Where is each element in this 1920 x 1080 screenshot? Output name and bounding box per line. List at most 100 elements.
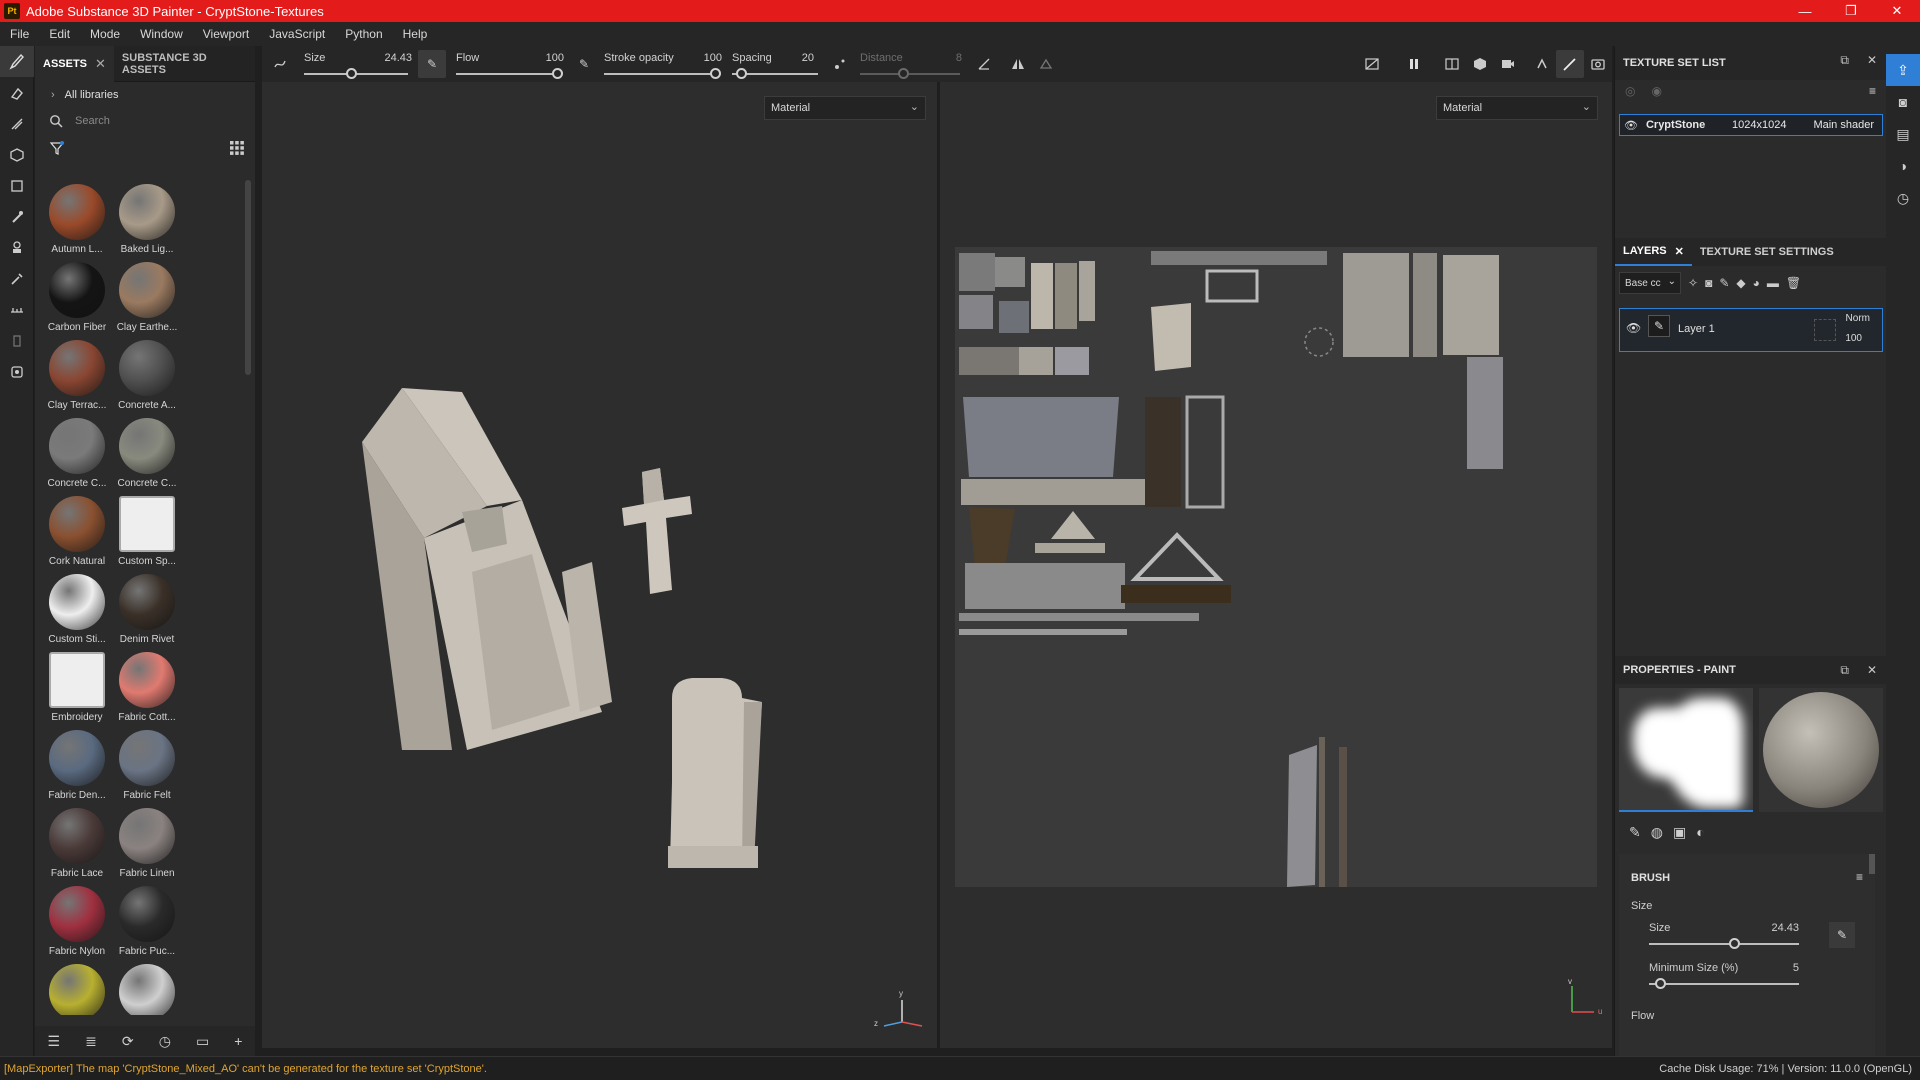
color-picker-tool-icon[interactable] <box>0 263 34 294</box>
asset-item[interactable]: Fabric Felt <box>113 726 181 804</box>
brush-mode-icon[interactable] <box>1556 50 1584 78</box>
alignment-icon[interactable] <box>970 50 998 78</box>
channel-select[interactable]: Base cc ⌄ <box>1619 272 1681 294</box>
asset-item[interactable]: Clay Earthe... <box>113 258 181 336</box>
history-icon[interactable]: ◷ <box>159 1033 171 1050</box>
smudge-tool-icon[interactable] <box>0 201 34 232</box>
asset-item[interactable]: Baked Lig... <box>113 180 181 258</box>
alpha-tab-icon[interactable]: ◍ <box>1651 824 1663 841</box>
flow-value[interactable]: 100 <box>546 52 564 64</box>
asset-item[interactable] <box>113 960 181 1015</box>
grid-view-icon[interactable] <box>229 140 245 156</box>
layer-opacity[interactable]: 100 <box>1845 333 1862 344</box>
undock-icon[interactable]: ⧉ <box>1840 53 1849 68</box>
refresh-icon[interactable]: ⟳ <box>122 1033 134 1050</box>
asset-item[interactable]: Fabric Puc... <box>113 882 181 960</box>
menu-file[interactable]: File <box>0 27 39 41</box>
add-effect-icon[interactable]: ✧ <box>1688 276 1698 290</box>
layer-visibility-icon[interactable]: 👁 <box>1626 321 1641 335</box>
clone-tool-icon[interactable] <box>0 232 34 263</box>
pause-icon[interactable] <box>1400 50 1428 78</box>
asset-item[interactable]: Carbon Fiber <box>43 258 111 336</box>
asset-item[interactable]: Fabric Lace <box>43 804 111 882</box>
asset-item[interactable]: Embroidery <box>43 648 111 726</box>
display-3d-icon[interactable] <box>1466 50 1494 78</box>
asset-item[interactable]: Custom Sti... <box>43 570 111 648</box>
brush-size-value[interactable]: 24.43 <box>1767 922 1799 934</box>
layer-blend-mode[interactable]: Norm <box>1846 313 1870 324</box>
menu-help[interactable]: Help <box>393 27 438 41</box>
uv-texture-sheet[interactable] <box>955 247 1597 887</box>
asset-item[interactable] <box>43 960 111 1015</box>
close-panel-icon[interactable]: ✕ <box>1867 53 1877 68</box>
material-preview-sphere[interactable] <box>1759 688 1883 812</box>
asset-item[interactable]: Cork Natural <box>43 492 111 570</box>
asset-item[interactable]: Fabric Den... <box>43 726 111 804</box>
texture-set-row[interactable]: 👁 CryptStone 1024x1024 Main shader <box>1619 114 1883 136</box>
lighting-icon[interactable] <box>1528 50 1556 78</box>
crypt-stone-model[interactable]: y z <box>262 82 938 1048</box>
search-input[interactable]: Search <box>75 115 110 127</box>
stencil-tab-icon[interactable]: ▣ <box>1673 824 1686 841</box>
add-folder-icon[interactable]: ▬ <box>1767 276 1779 290</box>
tab-substance-3d-assets[interactable]: SUBSTANCE 3D ASSETS <box>114 46 255 82</box>
asset-item[interactable]: Concrete C... <box>113 414 181 492</box>
add-mask-icon[interactable]: ◙ <box>1705 276 1712 290</box>
stencil-icon[interactable] <box>1032 50 1060 78</box>
menu-icon[interactable]: ≡ <box>1869 84 1876 98</box>
menu-javascript[interactable]: JavaScript <box>259 27 335 41</box>
tab-layers[interactable]: LAYERS ✕ <box>1615 238 1692 266</box>
eraser-tool-icon[interactable] <box>0 77 34 108</box>
hide-ui-icon[interactable] <box>1358 50 1386 78</box>
asset-item[interactable]: Custom Sp... <box>113 492 181 570</box>
material-mode-select-2d[interactable]: Material ⌄ <box>1436 96 1598 120</box>
minimize-button[interactable]: — <box>1782 0 1828 22</box>
search-bar[interactable]: Search <box>35 108 255 134</box>
display-settings-icon[interactable]: ◑ <box>1886 150 1920 182</box>
asset-item[interactable]: Denim Rivet <box>113 570 181 648</box>
history-panel-icon[interactable]: ◷ <box>1886 182 1920 214</box>
filter-icon[interactable] <box>49 140 65 156</box>
eye-icon[interactable]: ◉ <box>1651 84 1661 98</box>
viewport-2d[interactable]: Material ⌄ v u <box>940 82 1612 1048</box>
size-pressure-icon[interactable]: ✎ <box>418 50 446 78</box>
close-button[interactable]: ✕ <box>1874 0 1920 22</box>
asset-item[interactable]: Concrete C... <box>43 414 111 492</box>
screenshot-icon[interactable] <box>1584 50 1612 78</box>
size-value[interactable]: 24.43 <box>384 52 412 64</box>
viewport-3d[interactable]: Material ⌄ y z <box>262 82 938 1048</box>
stroke-opacity-slider[interactable]: Stroke opacity 100 <box>598 46 724 82</box>
brush-menu-icon[interactable]: ≡ <box>1856 870 1863 884</box>
tab-texture-set-settings[interactable]: TEXTURE SET SETTINGS <box>1692 238 1842 266</box>
render-tool-icon[interactable] <box>0 356 34 387</box>
add-icon[interactable]: + <box>234 1033 242 1049</box>
distance-slider[interactable]: Distance 8 <box>854 46 966 82</box>
material-tab-icon[interactable]: ◐ <box>1696 824 1704 840</box>
camera-icon[interactable] <box>1494 50 1522 78</box>
flow-slider[interactable]: Flow 100 <box>452 46 570 82</box>
spacing-lock-icon[interactable] <box>826 50 854 78</box>
asset-scrollbar[interactable] <box>245 180 251 375</box>
brush-tab-icon[interactable]: ✎ <box>1629 824 1641 841</box>
asset-item[interactable]: Fabric Nylon <box>43 882 111 960</box>
maximize-button[interactable]: ❐ <box>1828 0 1874 22</box>
add-fill-layer-icon[interactable]: ◆ <box>1736 276 1745 290</box>
asset-item[interactable]: Concrete A... <box>113 336 181 414</box>
texture-set-shader[interactable]: Main shader <box>1813 119 1874 131</box>
layer-name[interactable]: Layer 1 <box>1678 323 1715 335</box>
visibility-eye-icon[interactable]: 👁 <box>1624 119 1638 132</box>
brush-alpha-preview[interactable] <box>1619 688 1753 812</box>
list-view-icon[interactable]: ≣ <box>85 1033 97 1050</box>
delete-layer-icon[interactable]: 🗑 <box>1786 276 1801 290</box>
asset-item[interactable]: Clay Terrac... <box>43 336 111 414</box>
split-view-icon[interactable] <box>1438 50 1466 78</box>
size-slider[interactable]: Size 24.43 <box>300 46 418 82</box>
close-panel-icon[interactable]: ✕ <box>1867 663 1877 678</box>
eye-off-icon[interactable]: ◎ <box>1625 84 1635 98</box>
shader-settings-icon[interactable]: ◙ <box>1886 86 1920 118</box>
close-tab-icon[interactable]: ✕ <box>95 56 106 72</box>
menu-window[interactable]: Window <box>130 27 193 41</box>
stroke-opacity-value[interactable]: 100 <box>704 52 722 64</box>
status-message[interactable]: [MapExporter] The map 'CryptStone_Mixed_… <box>0 1063 487 1075</box>
folder-icon[interactable]: ▭ <box>196 1033 209 1050</box>
